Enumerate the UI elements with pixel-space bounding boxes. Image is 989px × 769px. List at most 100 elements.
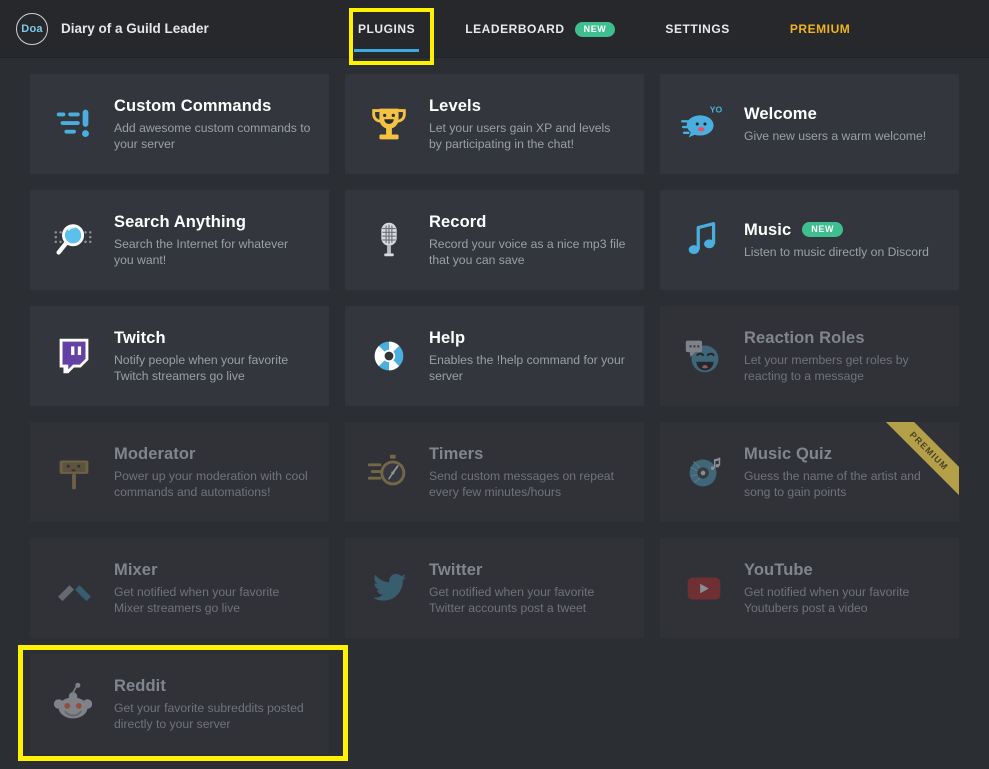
plugin-card-text: Custom Commands Add awesome custom comman…: [114, 97, 311, 152]
twitch-icon: [48, 330, 100, 382]
plugin-title-text: Twitch: [114, 328, 166, 347]
svg-text:YO: YO: [710, 105, 723, 115]
top-navigation-bar: Doa Diary of a Guild Leader PLUGINS LEADE…: [0, 0, 989, 65]
plugin-card-text: Music Quiz Guess the name of the artist a…: [744, 445, 941, 500]
plugin-title-text: Music: [744, 220, 792, 239]
plugin-description: Power up your moderation with cool comma…: [114, 468, 308, 499]
trophy-icon: [363, 98, 415, 150]
plugin-card-music-quiz[interactable]: Music Quiz Guess the name of the artist a…: [660, 422, 959, 522]
plugin-card-text: Timers Send custom messages on repeat eve…: [429, 445, 626, 500]
plugin-card-record[interactable]: Record Record your voice as a nice mp3 fi…: [345, 190, 644, 290]
plugin-title-text: Help: [429, 328, 466, 347]
plugin-card-text: YouTube Get notified when your favorite Y…: [744, 561, 941, 616]
nav-new-badge: NEW: [574, 21, 616, 37]
plugin-description: Add awesome custom commands to your serv…: [114, 120, 311, 151]
plugin-title-text: Twitter: [429, 560, 483, 579]
plugin-card-help[interactable]: Help Enables the !help command for your s…: [345, 306, 644, 406]
plugin-title-text: Search Anything: [114, 212, 246, 231]
server-name: Diary of a Guild Leader: [61, 21, 209, 36]
plugin-description: Get your favorite subreddits posted dire…: [114, 700, 304, 731]
plugin-description: Send custom messages on repeat every few…: [429, 468, 614, 499]
plugin-title: Music Quiz: [744, 445, 941, 464]
microphone-icon: [363, 214, 415, 266]
plugin-title: Twitch: [114, 329, 311, 348]
plugin-card-text: Record Record your voice as a nice mp3 fi…: [429, 213, 626, 268]
magnifier-icon: [48, 214, 100, 266]
plugin-title-text: Mixer: [114, 560, 158, 579]
twitter-bird-icon: [363, 562, 415, 614]
plugin-title: Timers: [429, 445, 626, 464]
plugin-card-welcome[interactable]: YO Welcome Give new users a warm welcome!: [660, 74, 959, 174]
plugin-title-text: YouTube: [744, 560, 813, 579]
plugin-title: Levels: [429, 97, 626, 116]
plugin-card-text: Mixer Get notified when your favorite Mix…: [114, 561, 311, 616]
plugin-title-text: Moderator: [114, 444, 196, 463]
brand-block[interactable]: Doa Diary of a Guild Leader: [16, 12, 209, 45]
plugin-title-text: Reddit: [114, 676, 166, 695]
nav-item-leaderboard[interactable]: LEADERBOARD NEW: [461, 0, 619, 58]
plugin-card-youtube[interactable]: YouTube Get notified when your favorite Y…: [660, 538, 959, 638]
plugin-card-text: Music NEW Listen to music directly on Disc…: [744, 221, 929, 260]
plugin-card-timers[interactable]: Timers Send custom messages on repeat eve…: [345, 422, 644, 522]
plugin-title: Reddit: [114, 677, 311, 696]
plugin-card-reddit[interactable]: Reddit Get your favorite subreddits poste…: [30, 654, 329, 754]
plugin-title-text: Timers: [429, 444, 484, 463]
plugin-title-text: Custom Commands: [114, 96, 272, 115]
plugin-card-text: Twitter Get notified when your favorite T…: [429, 561, 626, 616]
main-nav: PLUGINS LEADERBOARD NEW SETTINGS PREMIUM: [354, 0, 854, 58]
plugin-title: YouTube: [744, 561, 941, 580]
plugin-title-text: Music Quiz: [744, 444, 833, 463]
nav-item-settings[interactable]: SETTINGS: [661, 0, 733, 58]
plugin-description: Record your voice as a nice mp3 file tha…: [429, 236, 626, 267]
plugin-description: Get notified when your favorite Mixer st…: [114, 584, 280, 615]
plugin-title: Moderator: [114, 445, 311, 464]
plugin-title-text: Reaction Roles: [744, 328, 865, 347]
plugin-card-text: Help Enables the !help command for your s…: [429, 329, 626, 384]
plugin-title-text: Welcome: [744, 104, 817, 123]
plugin-card-twitter[interactable]: Twitter Get notified when your favorite T…: [345, 538, 644, 638]
nav-item-label: PLUGINS: [358, 22, 416, 36]
plugin-title: Search Anything: [114, 213, 311, 232]
plugin-description: Enables the !help command for your serve…: [429, 352, 625, 383]
plugin-new-badge: NEW: [802, 221, 844, 237]
nav-item-plugins[interactable]: PLUGINS: [354, 0, 420, 58]
plugin-title: Custom Commands: [114, 97, 311, 116]
plugin-title: Reaction Roles: [744, 329, 941, 348]
plugin-card-levels[interactable]: Levels Let your users gain XP and levels …: [345, 74, 644, 174]
plugin-card-twitch[interactable]: Twitch Notify people when your favorite T…: [30, 306, 329, 406]
nav-item-label: LEADERBOARD: [465, 22, 565, 36]
plugin-description: Give new users a warm welcome!: [744, 128, 927, 143]
stopwatch-icon: [363, 446, 415, 498]
nav-item-label: SETTINGS: [665, 22, 730, 36]
plugin-title-text: Record: [429, 212, 487, 231]
plugin-description: Search the Internet for whatever you wan…: [114, 236, 289, 267]
custom-commands-icon: [48, 98, 100, 150]
plugin-description: Listen to music directly on Discord: [744, 244, 929, 259]
plugin-card-search-anything[interactable]: Search Anything Search the Internet for w…: [30, 190, 329, 290]
plugin-description: Guess the name of the artist and song to…: [744, 468, 921, 499]
plugin-title: Welcome: [744, 105, 926, 124]
gavel-hammer-icon: [48, 446, 100, 498]
nav-item-premium[interactable]: PREMIUM: [786, 0, 855, 58]
plugin-card-text: Welcome Give new users a warm welcome!: [744, 105, 926, 144]
mixer-icon: [48, 562, 100, 614]
plugin-card-text: Moderator Power up your moderation with c…: [114, 445, 311, 500]
plugin-description: Get notified when your favorite Twitter …: [429, 584, 595, 615]
plugin-title-text: Levels: [429, 96, 481, 115]
plugin-card-moderator[interactable]: Moderator Power up your moderation with c…: [30, 422, 329, 522]
plugin-title: Mixer: [114, 561, 311, 580]
music-note-icon: [678, 214, 730, 266]
plugin-grid: Custom Commands Add awesome custom comman…: [0, 58, 989, 754]
plugin-card-text: Levels Let your users gain XP and levels …: [429, 97, 626, 152]
plugin-title: Twitter: [429, 561, 626, 580]
plugin-card-text: Search Anything Search the Internet for w…: [114, 213, 311, 268]
plugin-card-mixer[interactable]: Mixer Get notified when your favorite Mix…: [30, 538, 329, 638]
plugin-description: Let your users gain XP and levels by par…: [429, 120, 611, 151]
plugin-card-custom-commands[interactable]: Custom Commands Add awesome custom comman…: [30, 74, 329, 174]
plugin-card-music[interactable]: Music NEW Listen to music directly on Disc…: [660, 190, 959, 290]
plugin-description: Notify people when your favorite Twitch …: [114, 352, 289, 383]
plugin-card-text: Reddit Get your favorite subreddits poste…: [114, 677, 311, 732]
plugin-description: Get notified when your favorite Youtuber…: [744, 584, 910, 615]
youtube-icon: [678, 562, 730, 614]
plugin-card-reaction-roles[interactable]: Reaction Roles Let your members get roles…: [660, 306, 959, 406]
